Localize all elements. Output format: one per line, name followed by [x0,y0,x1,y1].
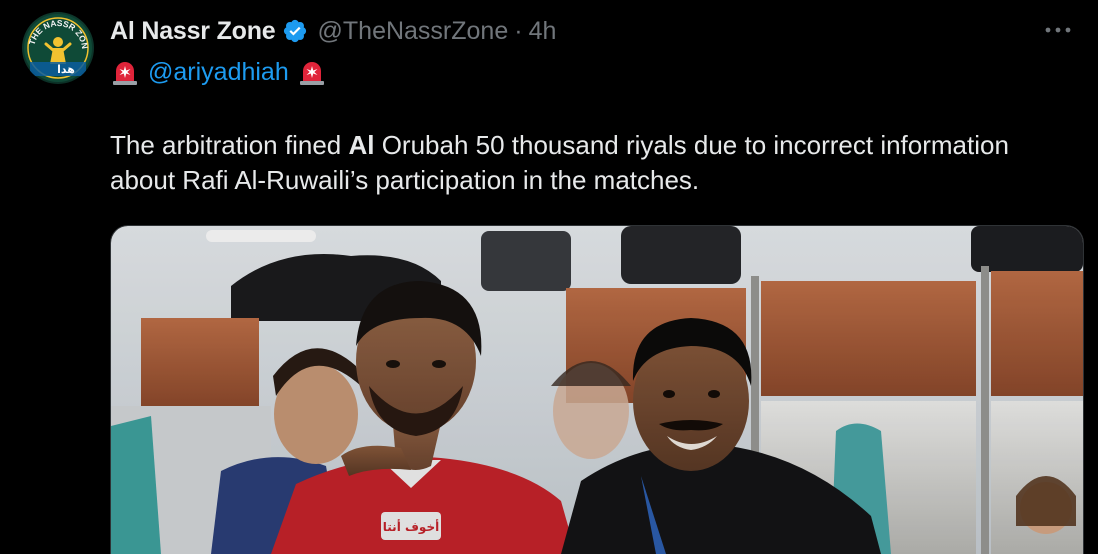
tweet-timestamp[interactable]: 4h [529,17,557,46]
photo-locker-room: أخوف أنتا [111,226,1083,554]
mention-line: @ariyadhiah [110,54,327,90]
tweet-text: The arbitration fined Al Orubah 50 thous… [110,128,1070,198]
avatar-logo-icon: THE NASSR ZONE هدا [22,12,92,82]
more-options-button[interactable] [1040,18,1076,42]
verified-badge-icon[interactable] [282,18,308,44]
mention-link[interactable]: @ariyadhiah [148,58,289,87]
police-siren-icon [110,57,140,87]
header-separator: · [514,16,523,45]
avatar-text-ar: هدا [57,63,75,76]
tweet-card[interactable]: THE NASSR ZONE هدا Al Nassr Zone @TheNas… [0,0,1098,554]
tweet-text-bold: Al [348,130,375,160]
author-display-name[interactable]: Al Nassr Zone [110,17,276,46]
police-siren-icon [297,57,327,87]
tweet-text-part1: The arbitration fined [110,130,349,160]
more-horizontal-icon [1045,27,1071,33]
tweet-header: Al Nassr Zone @TheNassrZone · 4h [110,14,556,48]
tweet-media-photo[interactable]: أخوف أنتا [110,225,1084,554]
author-avatar[interactable]: THE NASSR ZONE هدا [22,12,94,84]
author-handle[interactable]: @TheNassrZone [318,17,509,46]
